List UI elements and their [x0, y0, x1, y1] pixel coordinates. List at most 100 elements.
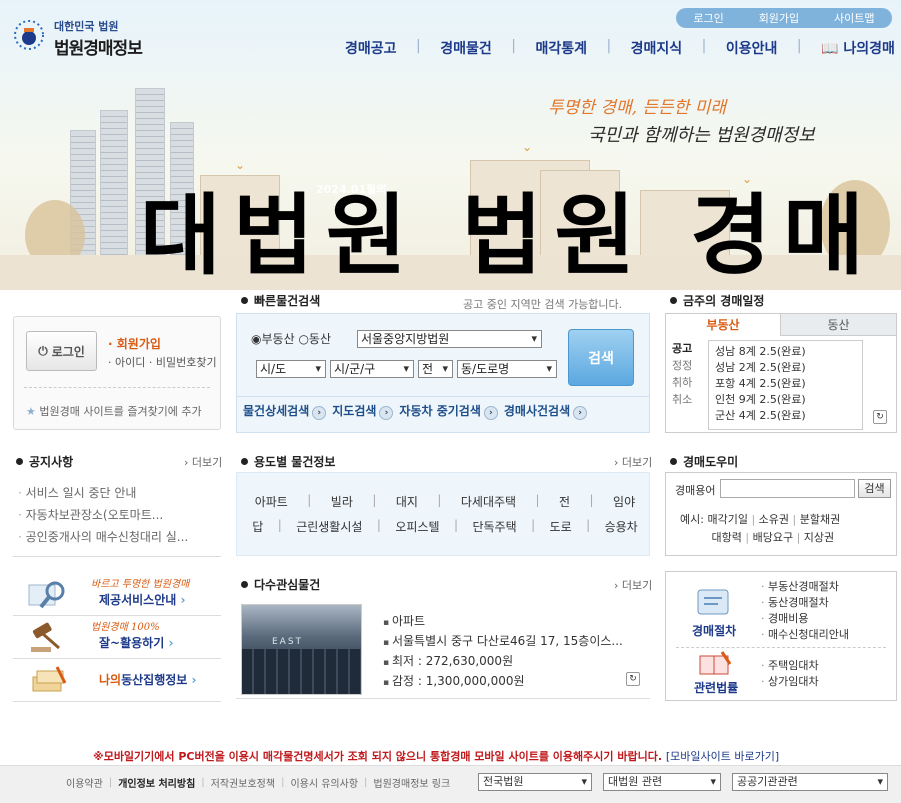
banner-subtitle: 법원경매 100%: [91, 622, 160, 633]
nav-my-auction[interactable]: 📖 나의경매: [821, 38, 895, 58]
more-label: 더보기: [621, 456, 653, 469]
search-button[interactable]: 검색: [568, 329, 634, 386]
court-select[interactable]: 서울중앙지방법원: [357, 330, 542, 348]
radio-realestate[interactable]: ◉: [251, 332, 261, 346]
property-address[interactable]: 서울특별시 중구 다산로46길 17, 15층이스...: [383, 632, 623, 652]
usage-tips-banner[interactable]: 법원경매 100% 잘~활용하기 ›: [13, 616, 221, 659]
sido-select[interactable]: 시/도: [256, 360, 326, 378]
mobile-notice-text: ※모바일기기에서 PC버전을 이용시 매각물건명세서가 조회 되지 않으니 통합…: [93, 750, 663, 763]
usage-more-link[interactable]: › 더보기: [614, 454, 652, 470]
usage-link[interactable]: 근린생활시설: [296, 518, 362, 535]
list-item[interactable]: 인천 9계 2.5(완료): [715, 392, 856, 408]
usage-link[interactable]: 빌라: [331, 493, 353, 510]
footer-link[interactable]: 이용시 유의사항: [290, 775, 358, 790]
list-item[interactable]: 주택임대차: [761, 658, 819, 674]
usage-link[interactable]: 전: [559, 493, 570, 510]
usage-link[interactable]: 임야: [613, 493, 635, 510]
list-item[interactable]: 서비스 일시 중단 안내: [18, 482, 218, 504]
term-search-input[interactable]: [720, 479, 855, 498]
nav-auction-notice[interactable]: 경매공고: [345, 38, 397, 58]
property-photo[interactable]: EAST: [241, 604, 362, 695]
login-button[interactable]: ⏻ 로그인: [26, 331, 97, 371]
chevron-right-icon: ›: [379, 406, 394, 420]
sigungu-select[interactable]: 시/군/구: [330, 360, 414, 378]
nav-sales-stats[interactable]: 매각통계: [535, 38, 587, 58]
court-link-select[interactable]: 전국법원: [478, 773, 592, 791]
banner-title-prefix: 나의: [99, 673, 122, 687]
tab-movable[interactable]: 동산: [781, 314, 896, 336]
notice-title: 공지사항: [16, 453, 73, 470]
example-link[interactable]: 분할채권: [800, 513, 840, 526]
law-label[interactable]: 관련법률: [694, 679, 738, 696]
service-guide-banner[interactable]: 바르고 투명한 법원경매 제공서비스안내 ›: [13, 573, 221, 616]
mobile-site-link[interactable]: [모바일사이트 바로가기]: [666, 750, 779, 763]
usage-link[interactable]: 아파트: [255, 493, 288, 510]
category-cancel[interactable]: 취소: [672, 391, 708, 408]
radio-movable[interactable]: ○: [298, 332, 308, 346]
map-search-link[interactable]: 지도검색 ›: [332, 402, 395, 420]
footer-link[interactable]: 개인정보 처리방침: [118, 775, 195, 790]
usage-link[interactable]: 오피스텔: [395, 518, 439, 535]
list-item[interactable]: 자동차보관장소(오토마트...: [18, 504, 218, 526]
nav-auction-knowledge[interactable]: 경매지식: [631, 38, 683, 58]
quick-search-title: 빠른물건검색: [241, 292, 320, 309]
list-item[interactable]: 부동산경매절차: [761, 579, 849, 595]
refresh-icon[interactable]: ↻: [626, 672, 640, 686]
example-link[interactable]: 지상권: [804, 531, 834, 544]
find-account-link[interactable]: · 아이디 · 비밀번호찾기: [108, 354, 217, 370]
my-movable-banner[interactable]: 나의동산집행정보 ›: [13, 659, 221, 702]
dong-select[interactable]: 동/도로명: [457, 360, 557, 378]
detail-search-link[interactable]: 물건상세검색 ›: [243, 402, 328, 420]
util-sitemap-link[interactable]: 사이트맵: [834, 10, 874, 26]
public-agency-select[interactable]: 공공기관관련: [732, 773, 888, 791]
example-link[interactable]: 대항력: [712, 531, 742, 544]
util-login-link[interactable]: 로그인: [693, 10, 723, 26]
usage-row: 답 | 근린생활시설 | 오피스텔 | 단독주택 | 도로 | 승용차: [252, 518, 638, 535]
popular-more-link[interactable]: › 더보기: [614, 577, 652, 593]
category-withdrawal[interactable]: 취하: [672, 374, 708, 391]
utility-menu: 로그인 회원가입 사이트맵: [676, 8, 892, 28]
case-search-link[interactable]: 경매사건검색 ›: [504, 402, 589, 420]
help-title: 경매도우미: [670, 453, 738, 470]
footer-link[interactable]: 이용약관: [66, 775, 103, 790]
category-notice[interactable]: 공고: [672, 340, 708, 357]
join-link[interactable]: · 회원가입: [108, 335, 161, 352]
list-item[interactable]: 경매비용: [761, 611, 849, 627]
usage-link[interactable]: 다세대주택: [461, 493, 516, 510]
example-link[interactable]: 매각기일: [707, 513, 747, 526]
footer-link[interactable]: 법원경매정보 링크: [373, 775, 450, 790]
supreme-court-select[interactable]: 대법원 관련: [603, 773, 721, 791]
nav-auction-items[interactable]: 경매물건: [440, 38, 492, 58]
property-type[interactable]: 아파트: [383, 612, 623, 632]
tab-realestate[interactable]: 부동산: [666, 314, 781, 336]
list-item[interactable]: 포항 4계 2.5(완료): [715, 376, 856, 392]
notice-more-link[interactable]: › 더보기: [184, 454, 222, 470]
list-item[interactable]: 성남 8계 2.5(완료): [715, 344, 856, 360]
add-favorite-link[interactable]: ★ 법원경매 사이트를 즐겨찾기에 추가: [26, 403, 202, 419]
list-item[interactable]: 동산경매절차: [761, 595, 849, 611]
jeon-select[interactable]: 전: [418, 360, 453, 378]
list-item[interactable]: 매수신청대리안내: [761, 627, 849, 643]
list-item[interactable]: 상가임대차: [761, 674, 819, 690]
usage-link[interactable]: 단독주택: [472, 518, 516, 535]
logo-title[interactable]: 법원경매정보: [54, 34, 143, 59]
usage-link[interactable]: 승용차: [605, 518, 638, 535]
example-link[interactable]: 배당요구: [753, 531, 793, 544]
list-item[interactable]: 공인중개사의 매수신청대리 실...: [18, 526, 218, 548]
term-search-button[interactable]: 검색: [858, 479, 891, 498]
example-link[interactable]: 소유권: [759, 513, 789, 526]
refresh-icon[interactable]: ↻: [873, 410, 887, 424]
list-item[interactable]: 성남 2계 2.5(완료): [715, 360, 856, 376]
usage-link[interactable]: 도로: [550, 518, 572, 535]
document-stack-icon: [32, 666, 67, 692]
usage-link[interactable]: 대지: [396, 493, 418, 510]
procedure-label[interactable]: 경매절차: [692, 622, 736, 639]
category-correction[interactable]: 정정: [672, 357, 708, 374]
list-item[interactable]: 군산 4계 2.5(완료): [715, 408, 856, 424]
nav-usage-guide[interactable]: 이용안내: [726, 38, 778, 58]
quick-search-panel: ◉부동산 ○동산 서울중앙지방법원 시/도 시/군/구 전 동/도로명 검색 물…: [236, 313, 650, 433]
util-join-link[interactable]: 회원가입: [759, 10, 799, 26]
vehicle-search-link[interactable]: 자동차 중기검색 ›: [399, 402, 499, 420]
usage-link[interactable]: 답: [252, 518, 263, 535]
footer-link[interactable]: 저작권보호정책: [211, 775, 275, 790]
